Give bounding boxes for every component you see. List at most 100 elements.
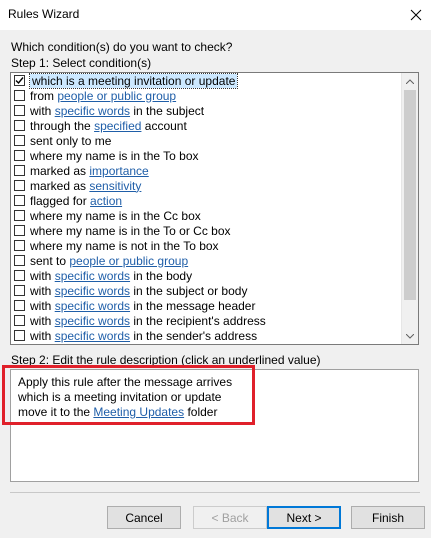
condition-text-part: in the sender's address: [130, 328, 258, 343]
condition-value-link[interactable]: specific words: [55, 329, 130, 343]
condition-checkbox[interactable]: [14, 120, 25, 131]
condition-text: marked as importance: [30, 164, 149, 178]
condition-item[interactable]: with specific words in the sender's addr…: [11, 328, 401, 343]
condition-checkbox[interactable]: [14, 210, 25, 221]
condition-text: with specific words in the body: [30, 269, 192, 283]
close-icon: [410, 9, 422, 21]
condition-item[interactable]: with specific words in the body: [11, 268, 401, 283]
condition-text-part: where my name is not in the To box: [30, 238, 219, 253]
condition-checkbox[interactable]: [14, 270, 25, 281]
condition-text-part: in the body: [130, 268, 193, 283]
condition-checkbox[interactable]: [14, 240, 25, 251]
condition-item[interactable]: through the specified account: [11, 118, 401, 133]
scroll-thumb[interactable]: [404, 90, 416, 300]
condition-text: sent only to me: [30, 134, 111, 148]
scroll-down-button[interactable]: [402, 328, 418, 344]
condition-text: with specific words in the sender's addr…: [30, 329, 257, 343]
condition-item[interactable]: with specific words in the subject: [11, 103, 401, 118]
condition-text-part: with: [30, 268, 55, 283]
condition-checkbox[interactable]: [14, 150, 25, 161]
condition-value-link[interactable]: specific words: [55, 299, 130, 313]
condition-text: with specific words in the subject: [30, 104, 204, 118]
chevron-down-icon: [406, 333, 414, 339]
condition-text: from people or public group: [30, 89, 176, 103]
condition-text: flagged for action: [30, 194, 122, 208]
condition-text: through the specified account: [30, 119, 187, 133]
condition-text-part: in the recipient's address: [130, 313, 266, 328]
condition-value-link[interactable]: people or public group: [57, 89, 176, 103]
condition-item[interactable]: with specific words in the subject or bo…: [11, 283, 401, 298]
condition-item[interactable]: where my name is in the To or Cc box: [11, 223, 401, 238]
cancel-button[interactable]: Cancel: [107, 506, 181, 529]
condition-value-link[interactable]: specific words: [55, 314, 130, 328]
condition-value-link[interactable]: specified: [94, 119, 141, 133]
condition-text: with specific words in the subject or bo…: [30, 284, 247, 298]
condition-item[interactable]: flagged for action: [11, 193, 401, 208]
condition-item[interactable]: with specific words in the message heade…: [11, 298, 401, 313]
condition-checkbox[interactable]: [14, 180, 25, 191]
condition-text: where my name is not in the To box: [30, 239, 219, 253]
condition-item[interactable]: from people or public group: [11, 88, 401, 103]
condition-value-link[interactable]: sensitivity: [89, 179, 141, 193]
condition-checkbox[interactable]: [14, 225, 25, 236]
condition-item[interactable]: marked as importance: [11, 163, 401, 178]
close-button[interactable]: [401, 0, 431, 30]
condition-text-part: which is a meeting invitation or update: [32, 73, 236, 88]
condition-checkbox[interactable]: [14, 255, 25, 266]
back-button[interactable]: < Back: [193, 506, 267, 529]
conditions-list[interactable]: which is a meeting invitation or update f…: [10, 72, 419, 345]
condition-text: where my name is in the To or Cc box: [30, 224, 231, 238]
condition-checkbox[interactable]: [14, 285, 25, 296]
condition-text: sent to people or public group: [30, 254, 188, 268]
condition-text-part: with: [30, 313, 55, 328]
condition-value-link[interactable]: specific words: [55, 284, 130, 298]
condition-item[interactable]: sent only to me: [11, 133, 401, 148]
condition-text: with specific words in the recipient's a…: [30, 314, 266, 328]
condition-text: marked as sensitivity: [30, 179, 141, 193]
condition-checkbox[interactable]: [14, 330, 25, 341]
condition-checkbox[interactable]: [14, 75, 25, 86]
condition-checkbox[interactable]: [14, 135, 25, 146]
title-bar: Rules Wizard: [0, 0, 431, 30]
condition-text-part: flagged for: [30, 193, 91, 208]
condition-text-part: with: [30, 103, 55, 118]
condition-checkbox[interactable]: [14, 195, 25, 206]
condition-text: with specific words in the message heade…: [30, 299, 255, 313]
condition-text-part: with: [30, 298, 55, 313]
step1-label: Step 1: Select condition(s): [11, 56, 152, 70]
finish-button[interactable]: Finish: [351, 506, 425, 529]
condition-item[interactable]: where my name is not in the To box: [11, 238, 401, 253]
condition-text-part: in the subject: [130, 103, 205, 118]
conditions-scrollbar[interactable]: [401, 73, 418, 344]
condition-text-part: with: [30, 283, 55, 298]
condition-text-part: where my name is in the Cc box: [30, 208, 201, 223]
condition-text-part: where my name is in the To or Cc box: [30, 223, 231, 238]
condition-text-part: sent to: [30, 253, 70, 268]
condition-value-link[interactable]: specific words: [55, 104, 130, 118]
scroll-up-button[interactable]: [402, 73, 418, 89]
condition-text-part: where my name is in the To box: [30, 148, 199, 163]
condition-item[interactable]: where my name is in the To box: [11, 148, 401, 163]
condition-checkbox[interactable]: [14, 90, 25, 101]
condition-item[interactable]: with specific words in the recipient's a…: [11, 313, 401, 328]
condition-checkbox[interactable]: [14, 315, 25, 326]
condition-item[interactable]: sent to people or public group: [11, 253, 401, 268]
condition-item[interactable]: marked as sensitivity: [11, 178, 401, 193]
condition-checkbox[interactable]: [14, 300, 25, 311]
condition-value-link[interactable]: specific words: [55, 269, 130, 283]
next-button[interactable]: Next >: [267, 506, 341, 529]
condition-item[interactable]: which is a meeting invitation or update: [11, 73, 401, 89]
condition-checkbox[interactable]: [14, 165, 25, 176]
condition-item[interactable]: where my name is in the Cc box: [11, 208, 401, 223]
condition-value-link[interactable]: people or public group: [69, 254, 188, 268]
condition-text-part: from: [30, 88, 58, 103]
condition-checkbox[interactable]: [14, 105, 25, 116]
conditions-items: which is a meeting invitation or update f…: [11, 73, 401, 343]
condition-text-part: account: [141, 118, 187, 133]
chevron-up-icon: [406, 78, 414, 84]
window-title: Rules Wizard: [8, 7, 80, 21]
condition-value-link[interactable]: action: [90, 194, 122, 208]
condition-value-link[interactable]: importance: [89, 164, 148, 178]
condition-text: which is a meeting invitation or update: [28, 73, 239, 89]
condition-text-part: through the: [30, 118, 95, 133]
